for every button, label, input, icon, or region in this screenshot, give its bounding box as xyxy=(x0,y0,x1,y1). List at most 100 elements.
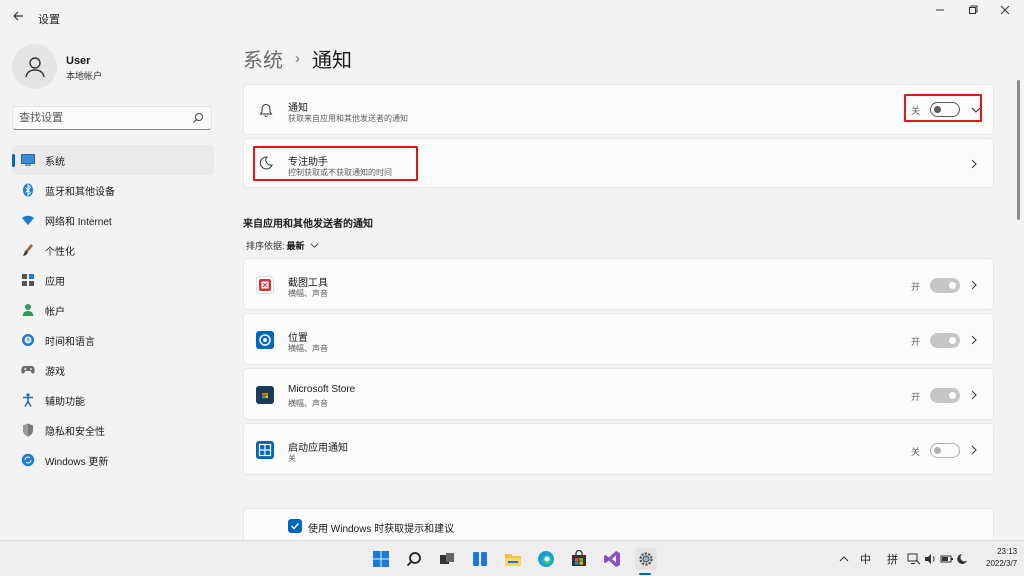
bell-icon xyxy=(258,102,274,118)
sidebar-item-label: 网络和 Internet xyxy=(45,216,112,228)
volume-icon[interactable] xyxy=(924,549,938,569)
active-app-indicator xyxy=(639,573,651,575)
windows-start-icon[interactable] xyxy=(371,549,391,569)
wifi-icon xyxy=(21,213,35,227)
sidebar-item-system[interactable]: 系统 xyxy=(12,145,214,175)
search-box[interactable] xyxy=(12,106,212,130)
sidebar-item-label: 蓝牙和其他设备 xyxy=(45,186,115,198)
chevron-up-icon[interactable] xyxy=(838,549,850,569)
microsoft-store-icon xyxy=(256,386,274,404)
minimize-icon xyxy=(936,9,944,11)
app-toggle[interactable] xyxy=(930,443,960,458)
monitor-icon xyxy=(21,153,35,167)
store-icon[interactable] xyxy=(569,549,589,569)
app-notification-row[interactable]: 启动应用通知 关 关 xyxy=(243,423,994,475)
file-explorer-icon[interactable] xyxy=(503,549,523,569)
chevron-right-icon[interactable] xyxy=(969,280,979,290)
close-icon xyxy=(1000,5,1010,15)
focus-assist-tray-icon[interactable] xyxy=(955,549,969,569)
battery-icon[interactable] xyxy=(940,549,954,569)
notifications-setting-card[interactable]: 通知 获取来自应用和其他发送者的通知 关 xyxy=(243,84,994,135)
visual-studio-icon[interactable] xyxy=(602,549,622,569)
network-icon[interactable] xyxy=(907,549,921,569)
sidebar-item-label: 辅助功能 xyxy=(45,396,85,408)
sidebar-item-label: 帐户 xyxy=(45,306,65,318)
tips-label: 使用 Windows 时获取提示和建议 xyxy=(308,524,455,535)
back-button[interactable] xyxy=(8,8,28,26)
breadcrumb-parent[interactable]: 系统 xyxy=(243,44,283,73)
tips-checkbox[interactable] xyxy=(288,519,302,533)
minimize-button[interactable] xyxy=(925,4,955,20)
avatar xyxy=(12,44,57,89)
chevron-right-icon[interactable] xyxy=(969,159,979,169)
breadcrumb-separator: › xyxy=(295,49,300,67)
sidebar-item-accessibility[interactable]: 辅助功能 xyxy=(12,385,214,415)
search-input[interactable] xyxy=(19,110,189,126)
sidebar-item-accounts[interactable]: 帐户 xyxy=(12,295,214,325)
account-type: 本地帐户 xyxy=(66,71,103,81)
tips-card: 使用 Windows 时获取提示和建议 xyxy=(243,508,994,540)
arrow-left-icon xyxy=(13,11,23,21)
card-title: 通知 xyxy=(288,103,308,114)
sidebar-item-apps[interactable]: 应用 xyxy=(12,265,214,295)
app-notification-row[interactable]: 截图工具 横幅、声音 开 xyxy=(243,258,994,310)
search-icon[interactable] xyxy=(404,549,424,569)
sidebar-item-label: Windows 更新 xyxy=(45,456,109,468)
toggle-state-label: 开 xyxy=(911,337,921,347)
person-icon xyxy=(21,303,35,317)
sidebar-item-time-language[interactable]: 时间和语言 xyxy=(12,325,214,355)
page-title: 通知 xyxy=(312,49,352,72)
sidebar-item-privacy[interactable]: 隐私和安全性 xyxy=(12,415,214,445)
sidebar-item-bluetooth[interactable]: 蓝牙和其他设备 xyxy=(12,175,214,205)
shield-icon xyxy=(21,423,35,437)
sidebar-item-label: 隐私和安全性 xyxy=(45,426,105,438)
edge-browser-icon[interactable] xyxy=(536,549,556,569)
highlight-box-focus-assist xyxy=(253,146,418,181)
search-icon[interactable] xyxy=(192,112,204,124)
brush-icon xyxy=(21,243,35,257)
chevron-right-icon[interactable] xyxy=(969,445,979,455)
chevron-right-icon[interactable] xyxy=(969,390,979,400)
sidebar-item-gaming[interactable]: 游戏 xyxy=(12,355,214,385)
widgets-icon[interactable] xyxy=(470,549,490,569)
user-profile[interactable]: User 本地帐户 xyxy=(12,44,212,90)
snipping-tool-icon xyxy=(256,276,274,294)
chevron-right-icon[interactable] xyxy=(969,335,979,345)
sidebar-item-label: 游戏 xyxy=(45,366,65,378)
restore-button[interactable] xyxy=(958,4,988,20)
app-toggle[interactable] xyxy=(930,333,960,348)
breadcrumb: 系统 › 通知 xyxy=(243,44,352,72)
sidebar-item-label: 时间和语言 xyxy=(45,336,95,348)
user-name: User xyxy=(66,55,91,67)
toggle-state-label: 开 xyxy=(911,282,921,292)
ime-mode-indicator[interactable]: 拼 xyxy=(887,551,898,567)
sort-value: 最新 xyxy=(286,240,305,251)
app-notification-row[interactable]: Microsoft Store 横幅、声音 开 xyxy=(243,368,994,420)
close-button[interactable] xyxy=(990,4,1020,20)
task-view-icon[interactable] xyxy=(437,549,457,569)
sidebar-item-label: 应用 xyxy=(45,276,65,288)
app-toggle[interactable] xyxy=(930,278,960,293)
sidebar-nav: 系统 蓝牙和其他设备 网络和 Internet 个性化 应用 帐户 时间和语言 … xyxy=(12,145,214,475)
sidebar-item-personalization[interactable]: 个性化 xyxy=(12,235,214,265)
clock[interactable]: 23:13 2022/3/7 xyxy=(986,546,1017,570)
sidebar-item-windows-update[interactable]: Windows 更新 xyxy=(12,445,214,475)
app-name: Microsoft Store xyxy=(288,384,356,395)
section-title: 来自应用和其他发送者的通知 xyxy=(243,219,373,230)
title-bar: 设置 xyxy=(0,0,1024,34)
toggle-state-label: 关 xyxy=(911,447,921,457)
app-notification-type: 横幅、声音 xyxy=(288,399,328,408)
accessibility-icon xyxy=(21,393,35,407)
settings-gear-icon[interactable] xyxy=(635,548,657,570)
update-icon xyxy=(21,453,35,467)
sidebar-item-network[interactable]: 网络和 Internet xyxy=(12,205,214,235)
sort-dropdown[interactable]: 排序依据: 最新 xyxy=(246,238,319,252)
toggle-state-label: 开 xyxy=(911,392,921,402)
app-toggle[interactable] xyxy=(930,388,960,403)
app-notification-row[interactable]: 位置 横幅、声音 开 xyxy=(243,313,994,365)
app-notification-type: 横幅、声音 xyxy=(288,344,328,353)
scrollbar[interactable] xyxy=(1017,80,1020,220)
ime-language-indicator[interactable]: 中 xyxy=(860,551,871,567)
taskbar: 中 拼 23:13 2022/3/7 xyxy=(0,540,1024,576)
startup-apps-icon xyxy=(256,441,274,459)
